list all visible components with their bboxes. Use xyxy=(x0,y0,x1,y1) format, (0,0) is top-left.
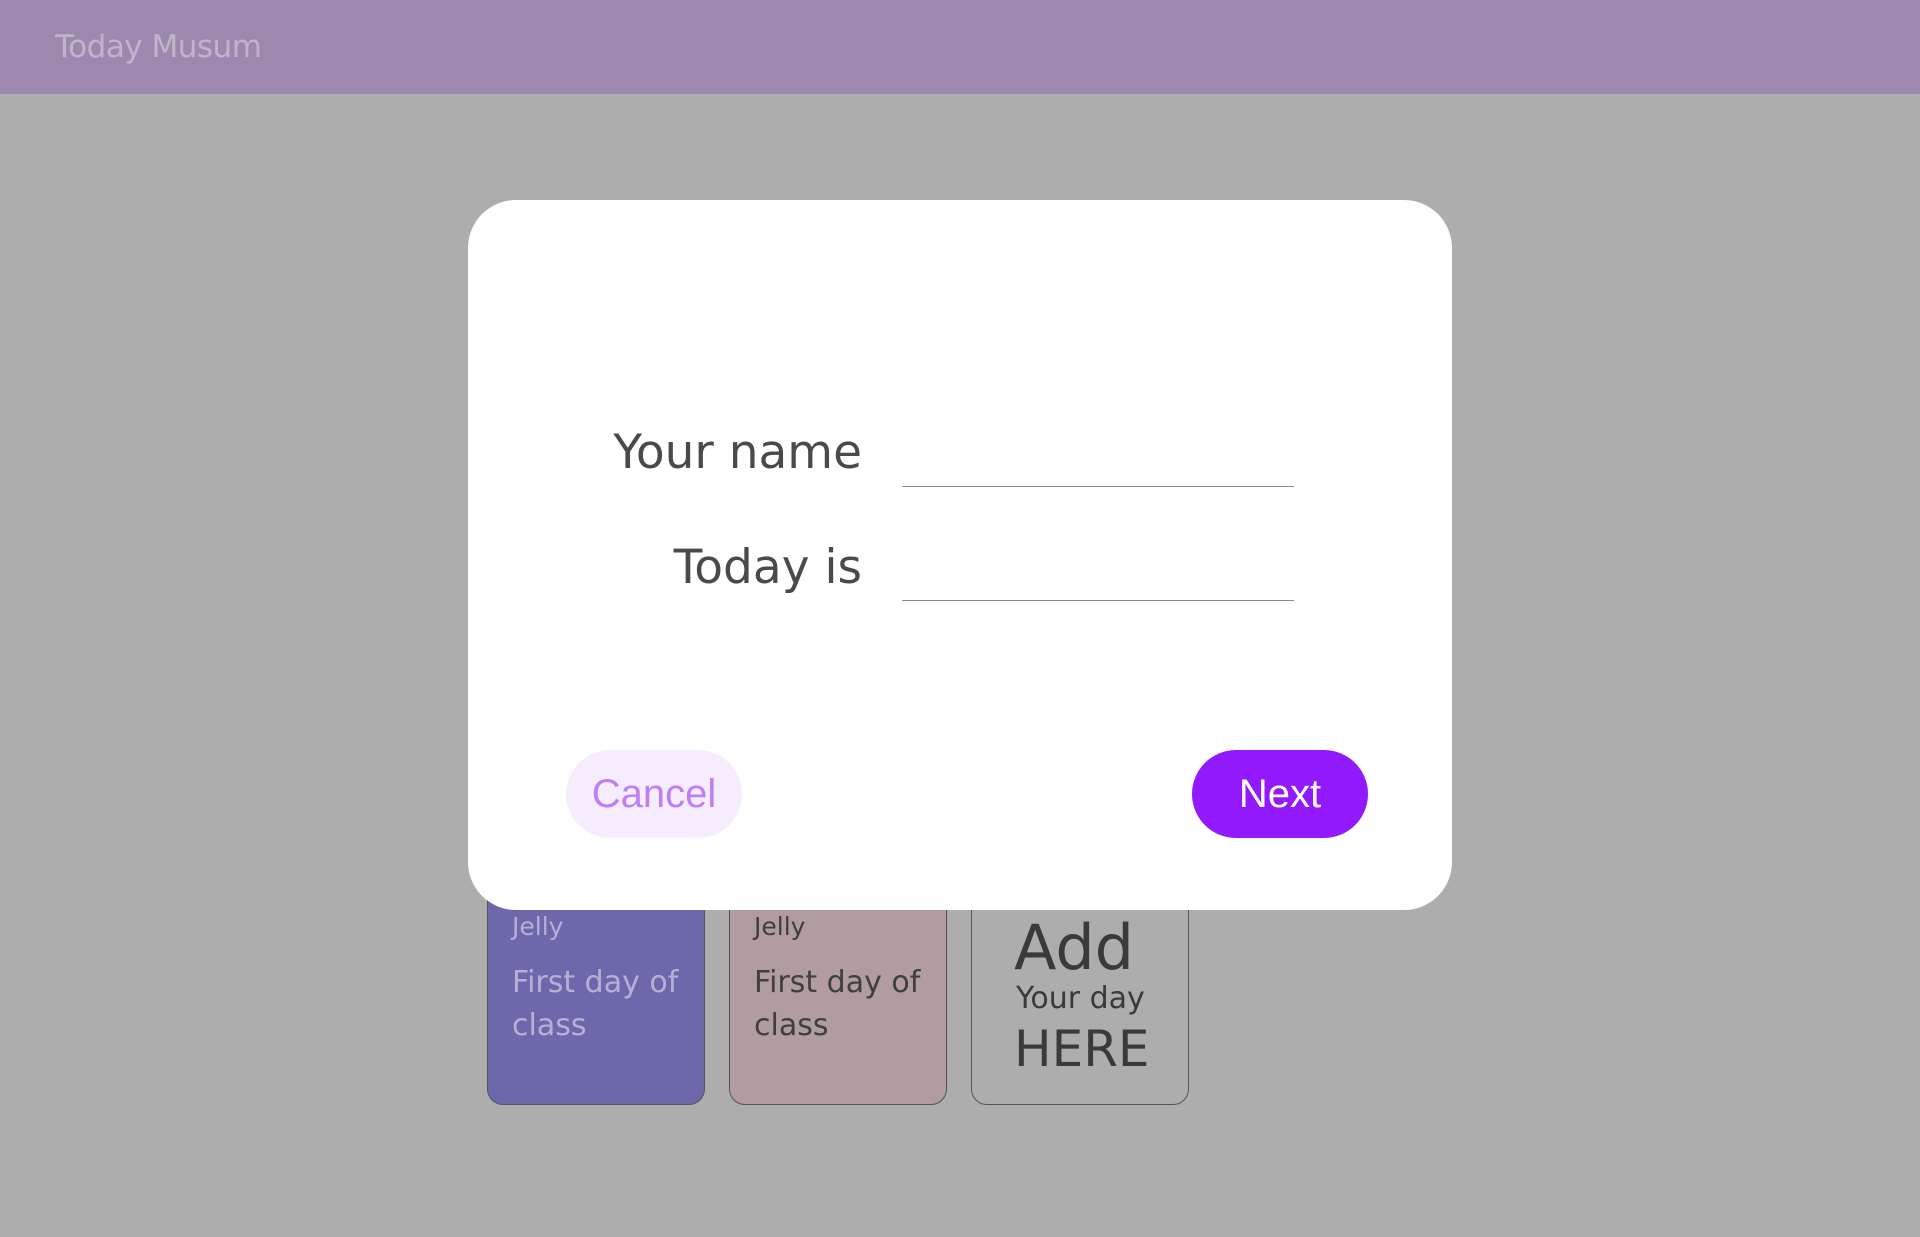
today-input[interactable] xyxy=(902,550,1294,601)
next-button[interactable]: Next xyxy=(1192,750,1368,838)
today-label: Today is xyxy=(673,540,862,595)
card-text: First day of class xyxy=(512,965,679,1043)
card-text: First day of class xyxy=(754,965,921,1043)
add-card-here: HERE xyxy=(1014,1020,1150,1078)
name-label: Your name xyxy=(613,425,862,480)
app-title: Today Musum xyxy=(55,29,262,65)
add-card-subtitle: Your day xyxy=(1016,981,1145,1016)
add-card-title: Add xyxy=(1014,911,1135,984)
card-author: Jelly xyxy=(754,912,806,941)
cancel-button[interactable]: Cancel xyxy=(566,750,742,838)
top-app-bar: Today Musum xyxy=(0,0,1920,94)
card-author: Jelly xyxy=(512,912,564,941)
name-input[interactable] xyxy=(902,436,1294,487)
entry-dialog: Your name Today is Cancel Next xyxy=(468,200,1452,910)
